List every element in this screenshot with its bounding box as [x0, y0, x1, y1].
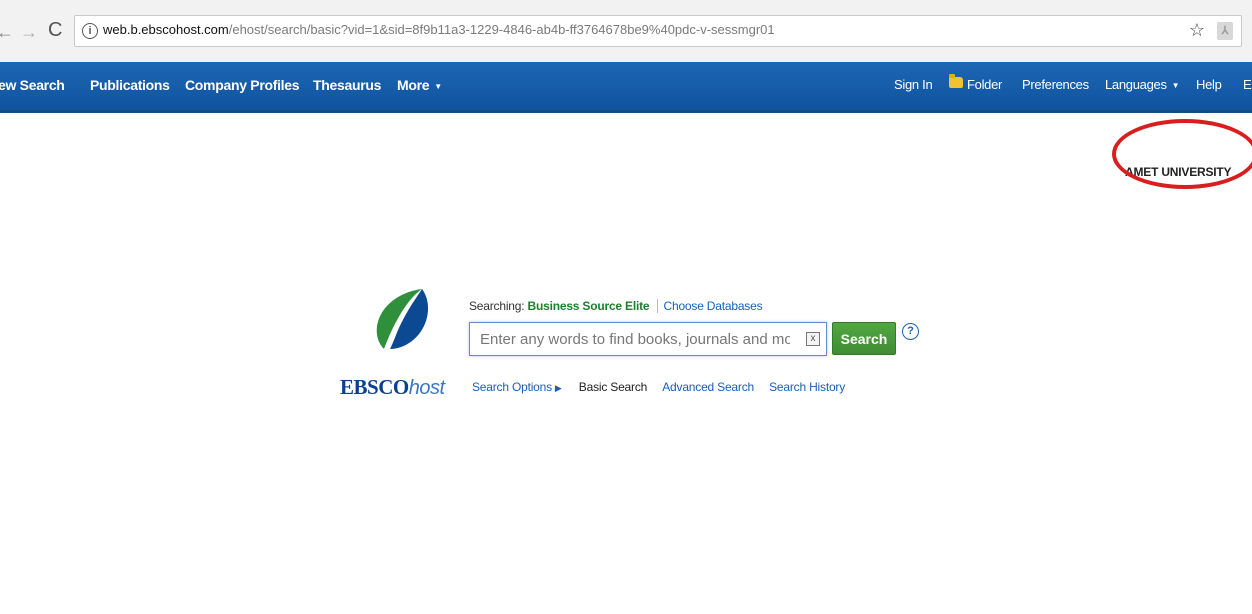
chevron-down-icon: ▼ [1171, 81, 1180, 91]
reload-icon[interactable]: C [48, 20, 62, 40]
url-path: /ehost/search/basic?vid=1&sid=8f9b11a3-1… [228, 22, 775, 37]
nav-help[interactable]: Help [1196, 77, 1222, 92]
info-icon[interactable]: i [82, 23, 98, 39]
address-bar[interactable]: i web.b.ebscohost.com/ehost/search/basic… [74, 15, 1242, 47]
forward-arrow-icon[interactable]: → [20, 22, 38, 42]
nav-new-search[interactable]: ew Search [0, 77, 65, 93]
search-options-link[interactable]: Search Options ▶ [472, 380, 562, 394]
wordmark-main: EBSCO [340, 375, 409, 399]
searching-label: Searching: [469, 299, 525, 313]
nav-languages-label: Languages [1105, 77, 1167, 92]
extension-icon[interactable]: ⅄ [1217, 22, 1233, 40]
wordmark-host: host [408, 377, 445, 399]
nav-folder[interactable]: Folder [967, 77, 1002, 92]
searching-line: Searching: Business Source Elite Choose … [469, 299, 763, 313]
help-icon[interactable]: ? [902, 323, 919, 340]
chevron-down-icon: ▼ [434, 81, 442, 91]
triangle-right-icon: ▶ [554, 383, 562, 393]
advanced-search-link[interactable]: Advanced Search [662, 380, 754, 394]
search-history-link[interactable]: Search History [769, 380, 845, 394]
nav-sign-in[interactable]: Sign In [894, 77, 933, 92]
ebscohost-wordmark: EBSCOhost [340, 375, 445, 400]
search-input[interactable] [470, 323, 800, 355]
nav-exit[interactable]: E [1243, 77, 1252, 92]
highlight-annotation-circle [1112, 119, 1252, 189]
search-options-label: Search Options [472, 380, 552, 394]
nav-more-label: More [397, 77, 430, 93]
nav-thesaurus[interactable]: Thesaurus [313, 77, 381, 93]
nav-preferences[interactable]: Preferences [1022, 77, 1089, 92]
nav-more-menu[interactable]: More ▼ [397, 77, 442, 93]
url-text[interactable]: web.b.ebscohost.com/ehost/search/basic?v… [103, 22, 775, 37]
nav-publications[interactable]: Publications [90, 77, 170, 93]
bookmark-star-icon[interactable]: ☆ [1189, 20, 1205, 41]
ebsco-logo-icon [376, 289, 429, 349]
nav-languages-menu[interactable]: Languages ▼ [1105, 77, 1180, 92]
top-navigation-bar: ew Search Publications Company Profiles … [0, 62, 1252, 113]
nav-company-profiles[interactable]: Company Profiles [185, 77, 300, 93]
search-box: x [469, 322, 827, 356]
choose-databases-link[interactable]: Choose Databases [656, 299, 763, 313]
back-arrow-icon[interactable]: ← [0, 22, 14, 42]
url-host: web.b.ebscohost.com [103, 22, 229, 37]
search-button[interactable]: Search [832, 322, 896, 355]
folder-icon[interactable] [949, 74, 963, 88]
browser-toolbar: ← → C i web.b.ebscohost.com/ehost/search… [0, 0, 1252, 63]
clear-search-icon[interactable]: x [806, 332, 820, 346]
basic-search-link[interactable]: Basic Search [579, 380, 648, 394]
database-name: Business Source Elite [527, 299, 650, 313]
search-options-bar: Search Options ▶ Basic Search Advanced Se… [472, 380, 845, 394]
screenshot-frame: ← → C i web.b.ebscohost.com/ehost/search… [0, 0, 1252, 614]
main-content: AMET UNIVERSITY EBSCOhost Searching: Bus… [0, 113, 1252, 614]
